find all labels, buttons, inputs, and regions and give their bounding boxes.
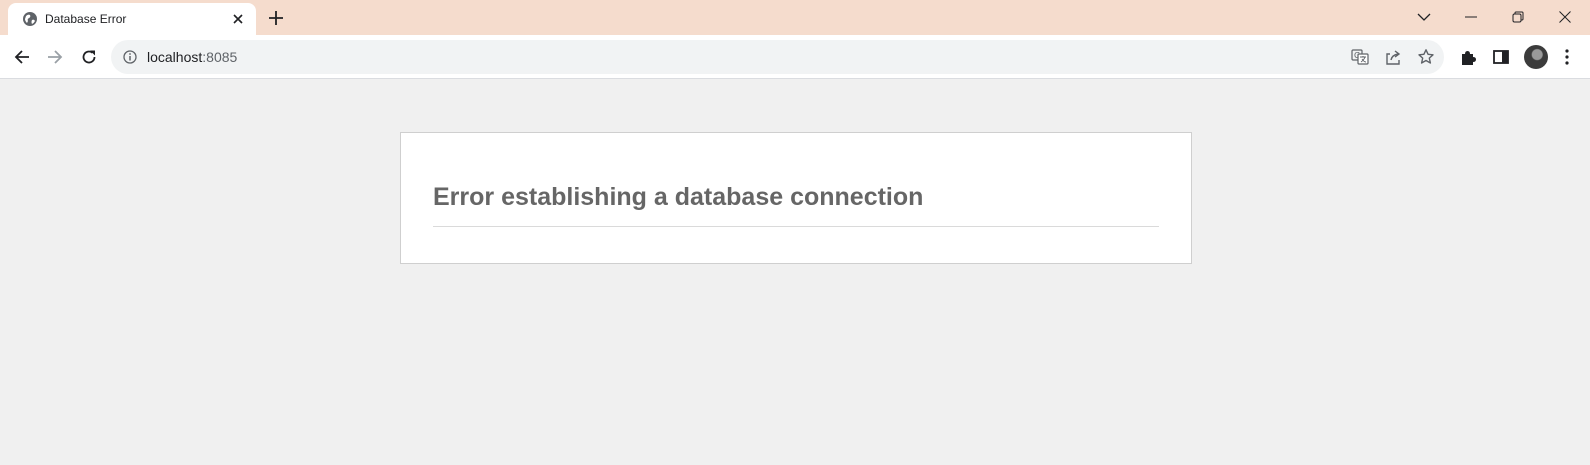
error-heading: Error establishing a database connection: [433, 183, 924, 211]
close-window-icon[interactable]: [1553, 6, 1577, 28]
site-info-icon[interactable]: [123, 50, 137, 64]
more-menu-icon[interactable]: [1557, 47, 1577, 67]
share-icon[interactable]: [1384, 48, 1402, 66]
address-bar[interactable]: localhost:8085 G: [111, 40, 1444, 74]
minimize-icon[interactable]: [1459, 6, 1483, 28]
restore-icon[interactable]: [1506, 6, 1530, 28]
tab-database-error[interactable]: Database Error: [8, 3, 256, 35]
url-text[interactable]: localhost:8085: [147, 49, 237, 65]
bookmark-star-icon[interactable]: [1417, 48, 1435, 66]
side-panel-icon[interactable]: [1491, 47, 1511, 67]
new-tab-icon[interactable]: [267, 9, 285, 27]
heading-divider: [433, 226, 1159, 227]
url-port: :8085: [202, 49, 238, 65]
tab-strip: Database Error: [0, 0, 1590, 35]
close-tab-icon[interactable]: [230, 11, 246, 27]
reload-icon[interactable]: [79, 47, 99, 67]
profile-avatar[interactable]: [1524, 45, 1548, 69]
translate-icon[interactable]: G: [1351, 48, 1369, 66]
browser-toolbar: localhost:8085 G: [0, 35, 1590, 79]
extensions-puzzle-icon[interactable]: [1458, 47, 1478, 67]
url-host: localhost: [147, 49, 203, 65]
back-arrow-icon[interactable]: [12, 47, 32, 67]
globe-icon: [22, 11, 38, 27]
tab-title: Database Error: [45, 12, 127, 26]
forward-arrow-icon[interactable]: [45, 47, 65, 67]
error-panel: Error establishing a database connection: [400, 132, 1192, 264]
tab-search-chevron-down-icon[interactable]: [1412, 6, 1436, 28]
